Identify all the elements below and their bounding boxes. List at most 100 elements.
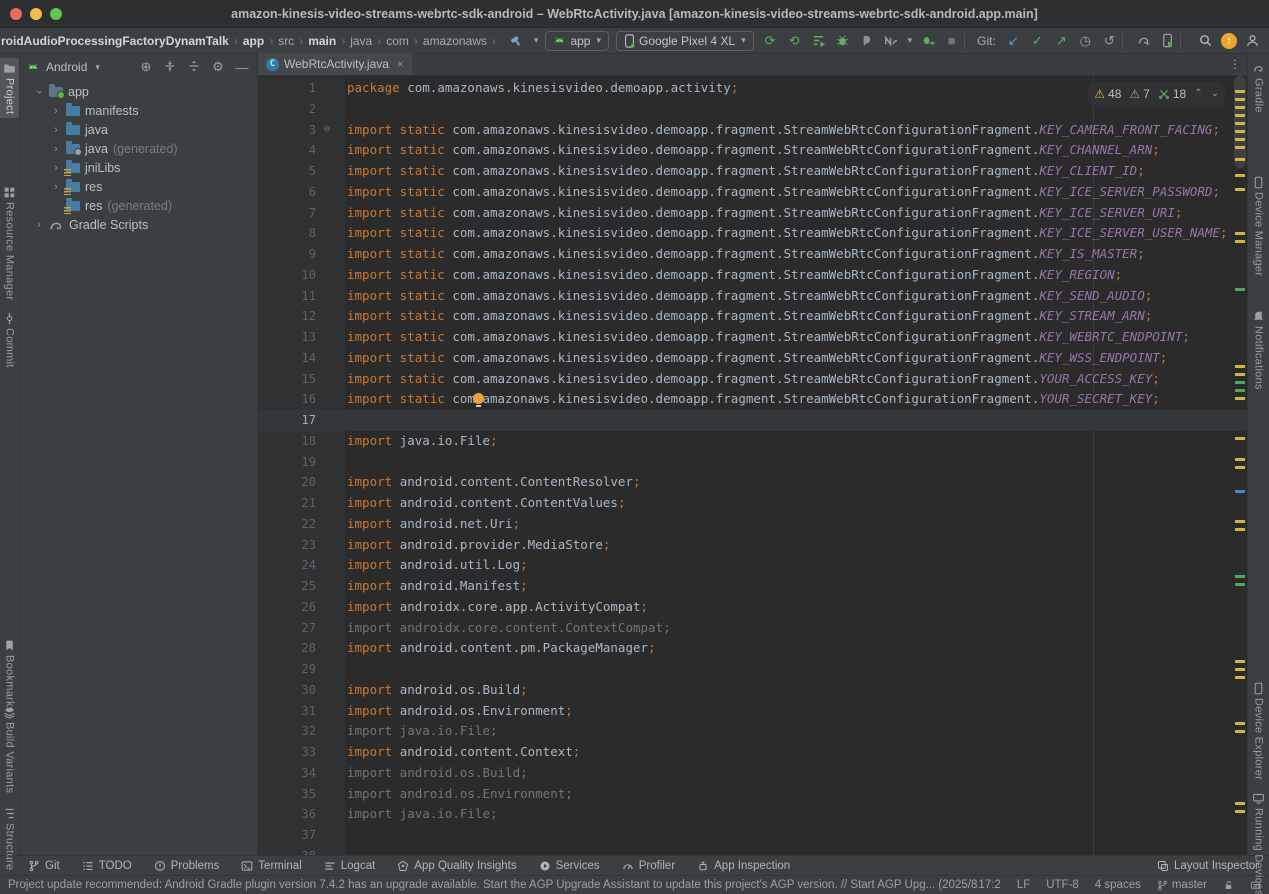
tool-window-button-bookmarks[interactable]: Bookmarks (0, 639, 19, 713)
status-message[interactable]: Project update recommended: Android Grad… (8, 879, 978, 891)
line-number[interactable]: 28 (258, 638, 316, 659)
line-number[interactable]: 14 (258, 348, 316, 369)
device-select[interactable]: Google Pixel 4 XL ▾ (616, 31, 754, 51)
tree-item-manifests[interactable]: ›manifests (20, 101, 257, 120)
code-line[interactable]: 24import android.util.Log; (258, 555, 1247, 576)
tree-expand-arrow[interactable]: › (51, 162, 61, 174)
tool-window-button-resource-manager[interactable]: Resource Manager (0, 186, 19, 300)
attach-debugger-icon[interactable] (919, 32, 936, 49)
line-number[interactable]: 6 (258, 182, 316, 203)
tree-item-java[interactable]: ›java (generated) (20, 139, 257, 158)
code-line[interactable]: 2 (258, 99, 1247, 120)
line-number[interactable]: 33 (258, 742, 316, 763)
tool-window-button-terminal[interactable]: Terminal (241, 860, 301, 872)
code-line[interactable]: 26import androidx.core.app.ActivityCompa… (258, 597, 1247, 618)
device-manager-icon[interactable] (1159, 32, 1176, 49)
tool-window-button-notifications[interactable]: Notifications (1248, 310, 1269, 390)
line-number[interactable]: 27 (258, 618, 316, 639)
tree-item-gradle-scripts[interactable]: ›Gradle Scripts (20, 215, 257, 234)
tool-window-button-app-quality-insights[interactable]: App Quality Insights (397, 860, 516, 872)
tool-window-button-structure[interactable]: Structure (0, 807, 19, 870)
git-rollback-icon[interactable]: ↺ (1101, 32, 1118, 49)
fold-marker[interactable]: ⊖ (316, 120, 338, 141)
line-number[interactable]: 21 (258, 493, 316, 514)
tree-expand-arrow[interactable]: › (34, 219, 44, 231)
tool-window-button-profiler[interactable]: Profiler (622, 860, 675, 872)
tool-window-button-layout-inspector[interactable]: Layout Inspector (1157, 860, 1259, 872)
stop-icon[interactable]: ■ (943, 32, 960, 49)
code-line[interactable]: 10import static com.amazonaws.kinesisvid… (258, 265, 1247, 286)
code-line[interactable]: 25import android.Manifest; (258, 576, 1247, 597)
tree-item-res[interactable]: ›res (20, 177, 257, 196)
tool-window-button-logcat[interactable]: Logcat (324, 860, 376, 872)
code-line[interactable]: 35import android.os.Environment; (258, 784, 1247, 805)
line-number[interactable]: 17 (258, 410, 316, 431)
code-line[interactable]: 28import android.content.pm.PackageManag… (258, 638, 1247, 659)
apply-code-changes-icon[interactable]: ⟲ (786, 32, 803, 49)
project-view-select[interactable]: Android (46, 60, 87, 74)
code-line[interactable]: 14import static com.amazonaws.kinesisvid… (258, 348, 1247, 369)
code-line[interactable]: 30import android.os.Build; (258, 680, 1247, 701)
breadcrumb-item[interactable]: com (385, 34, 410, 48)
code-line[interactable]: 36import java.io.File; (258, 804, 1247, 825)
collapse-all-icon[interactable] (185, 59, 203, 76)
code-line[interactable]: 20import android.content.ContentResolver… (258, 472, 1247, 493)
line-number[interactable]: 25 (258, 576, 316, 597)
code-line[interactable]: 9import static com.amazonaws.kinesisvide… (258, 244, 1247, 265)
git-history-icon[interactable]: ◷ (1077, 32, 1094, 49)
code-line[interactable]: 4import static com.amazonaws.kinesisvide… (258, 140, 1247, 161)
line-number[interactable]: 30 (258, 680, 316, 701)
line-number[interactable]: 38 (258, 846, 316, 855)
tab-options-kebab-icon[interactable]: ⋮ (1229, 57, 1241, 71)
breadcrumb-item[interactable]: src (277, 34, 295, 48)
line-number[interactable]: 2 (258, 99, 316, 120)
code-line[interactable]: 32import java.io.File; (258, 721, 1247, 742)
code-line[interactable]: 3⊖import static com.amazonaws.kinesisvid… (258, 120, 1247, 141)
git-update-icon[interactable]: ↙ (1005, 32, 1022, 49)
code-line[interactable]: 38 (258, 846, 1247, 855)
code-line[interactable]: 31import android.os.Environment; (258, 701, 1247, 722)
search-everywhere-icon[interactable] (1197, 32, 1214, 49)
line-number[interactable]: 22 (258, 514, 316, 535)
line-number[interactable]: 13 (258, 327, 316, 348)
build-dropdown-arrow[interactable]: ▾ (534, 35, 539, 46)
git-commit-icon[interactable]: ✓ (1029, 32, 1046, 49)
line-number[interactable]: 37 (258, 825, 316, 846)
tab-close-icon[interactable]: × (397, 57, 404, 71)
tree-expand-arrow[interactable]: › (51, 105, 61, 117)
debug-icon[interactable] (834, 32, 851, 49)
tree-expand-arrow[interactable]: › (33, 87, 45, 97)
tab-webrtcactivity[interactable]: C WebRtcActivity.java × (258, 53, 412, 75)
line-number[interactable]: 24 (258, 555, 316, 576)
tool-window-button-running-devices[interactable]: Running Devices (1248, 792, 1269, 894)
encoding-widget[interactable]: UTF-8 (1046, 879, 1079, 891)
line-number[interactable]: 12 (258, 306, 316, 327)
code-line[interactable]: 21import android.content.ContentValues; (258, 493, 1247, 514)
tool-window-button-app-inspection[interactable]: App Inspection (697, 860, 790, 872)
code-line[interactable]: 7import static com.amazonaws.kinesisvide… (258, 203, 1247, 224)
tree-expand-arrow[interactable]: › (51, 181, 61, 193)
line-number[interactable]: 9 (258, 244, 316, 265)
tree-expand-arrow[interactable]: › (51, 143, 61, 155)
caret-position-widget[interactable]: 17:2 (978, 879, 1000, 891)
code-line[interactable]: 1package com.amazonaws.kinesisvideo.demo… (258, 78, 1247, 99)
line-number[interactable]: 35 (258, 784, 316, 805)
tool-window-button-services[interactable]: Services (539, 860, 600, 872)
line-separator-widget[interactable]: LF (1017, 879, 1030, 891)
breadcrumb-item[interactable]: app (242, 34, 265, 48)
tool-window-button-commit[interactable]: Commit (0, 312, 19, 368)
minimize-window-button[interactable] (30, 8, 42, 20)
tool-window-button-problems[interactable]: Problems (154, 860, 220, 872)
line-number[interactable]: 8 (258, 223, 316, 244)
code-line[interactable]: 17 (258, 410, 1247, 431)
close-window-button[interactable] (10, 8, 22, 20)
code-line[interactable]: 8import static com.amazonaws.kinesisvide… (258, 223, 1247, 244)
code-line[interactable]: 34import android.os.Build; (258, 763, 1247, 784)
breadcrumb-item[interactable]: main (307, 34, 337, 48)
tree-item-java[interactable]: ›java (20, 120, 257, 139)
line-number[interactable]: 26 (258, 597, 316, 618)
breadcrumb-item[interactable]: roidAudioProcessingFactoryDynamTalk (0, 34, 230, 48)
tool-window-button-todo[interactable]: TODO (82, 860, 132, 872)
code-line[interactable]: 19 (258, 452, 1247, 473)
apply-changes-icon[interactable]: ⟳ (762, 32, 779, 49)
